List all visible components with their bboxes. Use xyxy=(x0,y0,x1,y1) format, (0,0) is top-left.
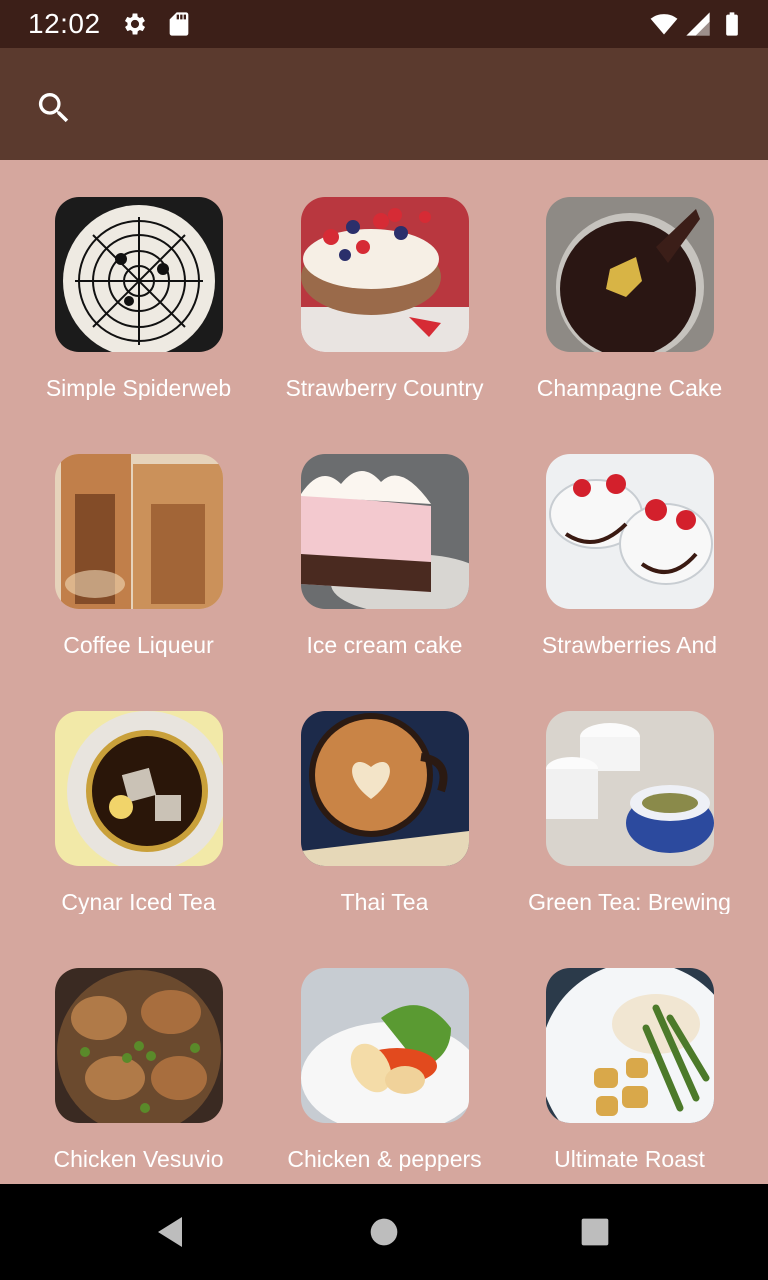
app-bar xyxy=(0,48,768,160)
recipe-title: Strawberries And xyxy=(541,632,718,657)
home-button[interactable] xyxy=(356,1204,412,1260)
recents-icon xyxy=(581,1218,609,1246)
recipe-item[interactable]: Green Tea: Brewing xyxy=(507,674,752,914)
cell-signal-icon xyxy=(686,12,710,36)
recipe-thumbnail xyxy=(300,197,469,353)
recipe-item[interactable]: Cynar Iced Tea xyxy=(16,674,261,914)
recipe-thumbnail xyxy=(54,454,223,610)
recents-button[interactable] xyxy=(567,1204,623,1260)
recipe-thumbnail xyxy=(545,197,714,353)
navigation-bar xyxy=(0,1184,768,1280)
recipe-item[interactable]: Thai Tea xyxy=(262,674,507,914)
gear-icon xyxy=(124,13,146,35)
recipe-item[interactable]: Chicken Vesuvio xyxy=(16,931,261,1171)
recipe-thumbnail xyxy=(300,711,469,867)
recipe-thumbnail xyxy=(54,197,223,353)
recipe-thumbnail xyxy=(54,711,223,867)
recipe-thumbnail xyxy=(300,968,469,1124)
recipe-title: Thai Tea xyxy=(340,889,429,914)
wifi-icon xyxy=(650,14,678,35)
recipe-title: Coffee Liqueur xyxy=(63,632,214,657)
recipe-item[interactable]: Strawberry Country xyxy=(262,160,507,400)
recipe-item[interactable]: Strawberries And xyxy=(507,417,752,657)
back-icon xyxy=(158,1217,182,1247)
status-time: 12:02 xyxy=(28,8,101,39)
recipe-thumbnail xyxy=(545,454,714,610)
recipe-title: Cynar Iced Tea xyxy=(61,889,216,914)
recipe-title: Ice cream cake xyxy=(306,632,463,657)
search-icon xyxy=(38,93,69,123)
battery-icon xyxy=(726,12,738,36)
recipe-item[interactable]: Coffee Liqueur xyxy=(16,417,261,657)
recipe-item[interactable]: Ultimate Roast xyxy=(507,931,752,1171)
home-icon xyxy=(370,1218,398,1246)
recipe-title: Champagne Cake xyxy=(536,375,723,400)
search-button[interactable] xyxy=(26,80,82,136)
recipe-title: Simple Spiderweb xyxy=(45,375,232,400)
status-bar: 12:02 xyxy=(0,0,768,48)
recipe-thumbnail xyxy=(545,968,714,1124)
sd-card-icon xyxy=(169,12,189,36)
recipe-item[interactable]: Simple Spiderweb xyxy=(16,160,261,400)
recipe-title: Chicken & peppers xyxy=(287,1146,482,1171)
recipe-item[interactable]: Champagne Cake xyxy=(507,160,752,400)
back-button[interactable] xyxy=(142,1204,198,1260)
recipe-thumbnail xyxy=(545,711,714,867)
recipe-item[interactable]: Chicken & peppers xyxy=(262,931,507,1171)
recipe-title: Green Tea: Brewing xyxy=(528,889,731,914)
recipe-item[interactable]: Ice cream cake xyxy=(262,417,507,657)
recipe-title: Chicken Vesuvio xyxy=(53,1146,224,1171)
recipe-thumbnail xyxy=(54,968,223,1124)
recipe-thumbnail xyxy=(300,454,469,610)
recipe-title: Strawberry Country xyxy=(285,375,484,400)
recipe-title: Ultimate Roast xyxy=(554,1146,705,1171)
recipe-grid: Simple Spiderweb Strawberry Country Cham… xyxy=(0,160,768,1184)
